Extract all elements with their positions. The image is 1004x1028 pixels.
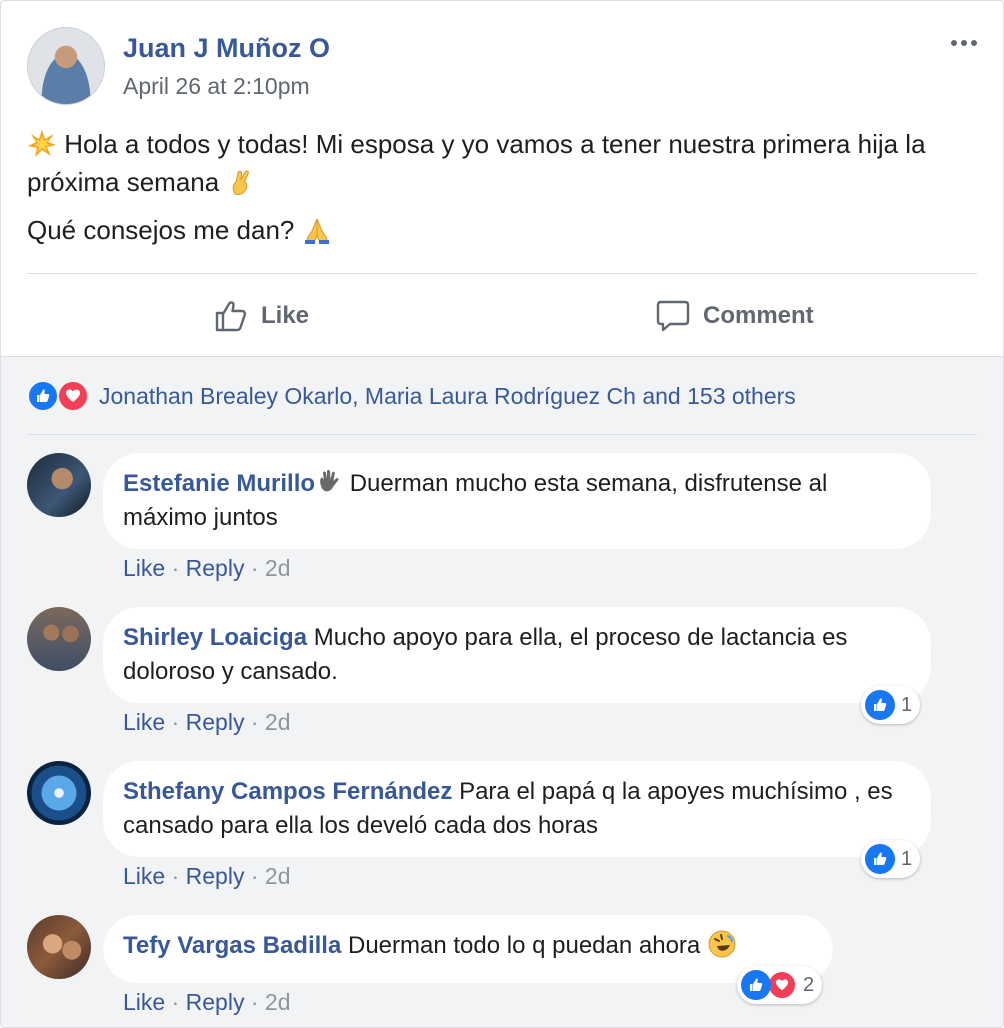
comment-meta: Like · Reply · 2d	[123, 555, 291, 582]
comment-like-link[interactable]: Like	[123, 863, 165, 889]
commenter-avatar[interactable]	[27, 453, 91, 517]
crossed-fingers-emoji	[233, 170, 250, 195]
comment-bubble: Shirley Loaiciga Mucho apoyo para ella, …	[103, 607, 931, 703]
post-header: Juan J Muñoz O April 26 at 2:10pm	[27, 27, 977, 107]
folded-hands-emoji	[304, 218, 329, 244]
author-avatar[interactable]	[27, 27, 105, 105]
reactions-summary-text[interactable]: Jonathan Brealey Okarlo, Maria Laura Rod…	[99, 383, 796, 410]
comment-reply-link[interactable]: Reply	[186, 989, 245, 1015]
comment-meta: Like · Reply · 2d	[123, 863, 291, 890]
comment-text: Duerman todo lo q puedan ahora	[348, 932, 701, 959]
post-divider	[27, 273, 977, 274]
love-reaction-icon	[767, 970, 797, 1000]
post-actions: Like Comment	[27, 286, 977, 346]
like-reaction-icon	[865, 844, 895, 874]
meta-separator: ·	[250, 555, 265, 581]
reaction-count: 1	[901, 693, 913, 716]
comment-reaction-badge[interactable]: 1	[861, 840, 921, 878]
post-paragraph-2: Qué consejos me dan?	[27, 211, 963, 249]
post-line-1: Hola a todos y todas! Mi esposa y yo vam…	[27, 129, 926, 197]
comment-bubble: Tefy Vargas Badilla Duerman todo lo q pu…	[103, 915, 833, 983]
meta-separator: ·	[171, 989, 186, 1015]
post-paragraph-1: Hola a todos y todas! Mi esposa y yo vam…	[27, 125, 963, 201]
waving-hand-emoji	[320, 470, 339, 492]
like-button[interactable]: Like	[213, 286, 309, 346]
comment-reaction-badge[interactable]: 2	[737, 966, 823, 1004]
comment-like-link[interactable]: Like	[123, 709, 165, 735]
comment-reply-link[interactable]: Reply	[186, 863, 245, 889]
reactions-summary[interactable]: Jonathan Brealey Okarlo, Maria Laura Rod…	[27, 379, 796, 413]
comment-bubble: Estefanie Murillo Duerman mucho esta sem…	[103, 453, 931, 549]
love-reaction-icon	[57, 380, 89, 412]
meta-separator: ·	[171, 709, 186, 735]
commenter-name[interactable]: Sthefany Campos Fernández	[123, 778, 452, 805]
comment-bubble: Sthefany Campos Fernández Para el papá q…	[103, 761, 931, 857]
meta-separator: ·	[171, 863, 186, 889]
author-name[interactable]: Juan J Muñoz O	[123, 33, 330, 64]
comment-like-link[interactable]: Like	[123, 989, 165, 1015]
rolling-laughing-emoji	[708, 930, 736, 958]
like-reaction-icon	[741, 970, 771, 1000]
like-label: Like	[261, 302, 310, 329]
reaction-count: 1	[901, 847, 913, 870]
comment-label: Comment	[703, 302, 814, 329]
commenter-name[interactable]: Tefy Vargas Badilla	[123, 932, 341, 959]
meta-separator: ·	[250, 989, 265, 1015]
commenter-name[interactable]: Estefanie Murillo	[123, 470, 315, 497]
comment-meta: Like · Reply · 2d	[123, 709, 291, 736]
post-text: Hola a todos y todas! Mi esposa y yo vam…	[27, 125, 963, 249]
like-reaction-icon	[27, 380, 59, 412]
comments-section: Jonathan Brealey Okarlo, Maria Laura Rod…	[1, 356, 1003, 1027]
meta-separator: ·	[250, 863, 265, 889]
meta-separator: ·	[250, 709, 265, 735]
commenter-avatar[interactable]	[27, 607, 91, 671]
commenter-avatar[interactable]	[27, 915, 91, 979]
more-options-icon[interactable]	[949, 33, 979, 53]
post-card: Juan J Muñoz O April 26 at 2:10pm Hola a…	[0, 0, 1004, 1028]
comment-reply-link[interactable]: Reply	[186, 709, 245, 735]
commenter-name[interactable]: Shirley Loaiciga	[123, 624, 307, 651]
meta-separator: ·	[171, 555, 186, 581]
commenter-avatar[interactable]	[27, 761, 91, 825]
comment-button[interactable]: Comment	[655, 286, 814, 346]
like-reaction-icon	[865, 690, 895, 720]
post-line-2: Qué consejos me dan?	[27, 215, 295, 245]
post-timestamp[interactable]: April 26 at 2:10pm	[123, 73, 310, 100]
comment-age[interactable]: 2d	[265, 709, 291, 735]
comment-reaction-badge[interactable]: 1	[861, 686, 921, 724]
thumbs-up-icon	[215, 301, 247, 332]
comment-reply-link[interactable]: Reply	[186, 555, 245, 581]
reactions-divider	[27, 434, 977, 435]
comment-meta: Like · Reply · 2d	[123, 989, 291, 1016]
comment-like-link[interactable]: Like	[123, 555, 165, 581]
comment-age[interactable]: 2d	[265, 555, 291, 581]
comment-age[interactable]: 2d	[265, 863, 291, 889]
collision-emoji	[28, 130, 56, 157]
comment-age[interactable]: 2d	[265, 989, 291, 1015]
comment-icon	[656, 300, 690, 332]
reaction-count: 2	[803, 973, 815, 996]
reaction-icons	[27, 380, 91, 412]
